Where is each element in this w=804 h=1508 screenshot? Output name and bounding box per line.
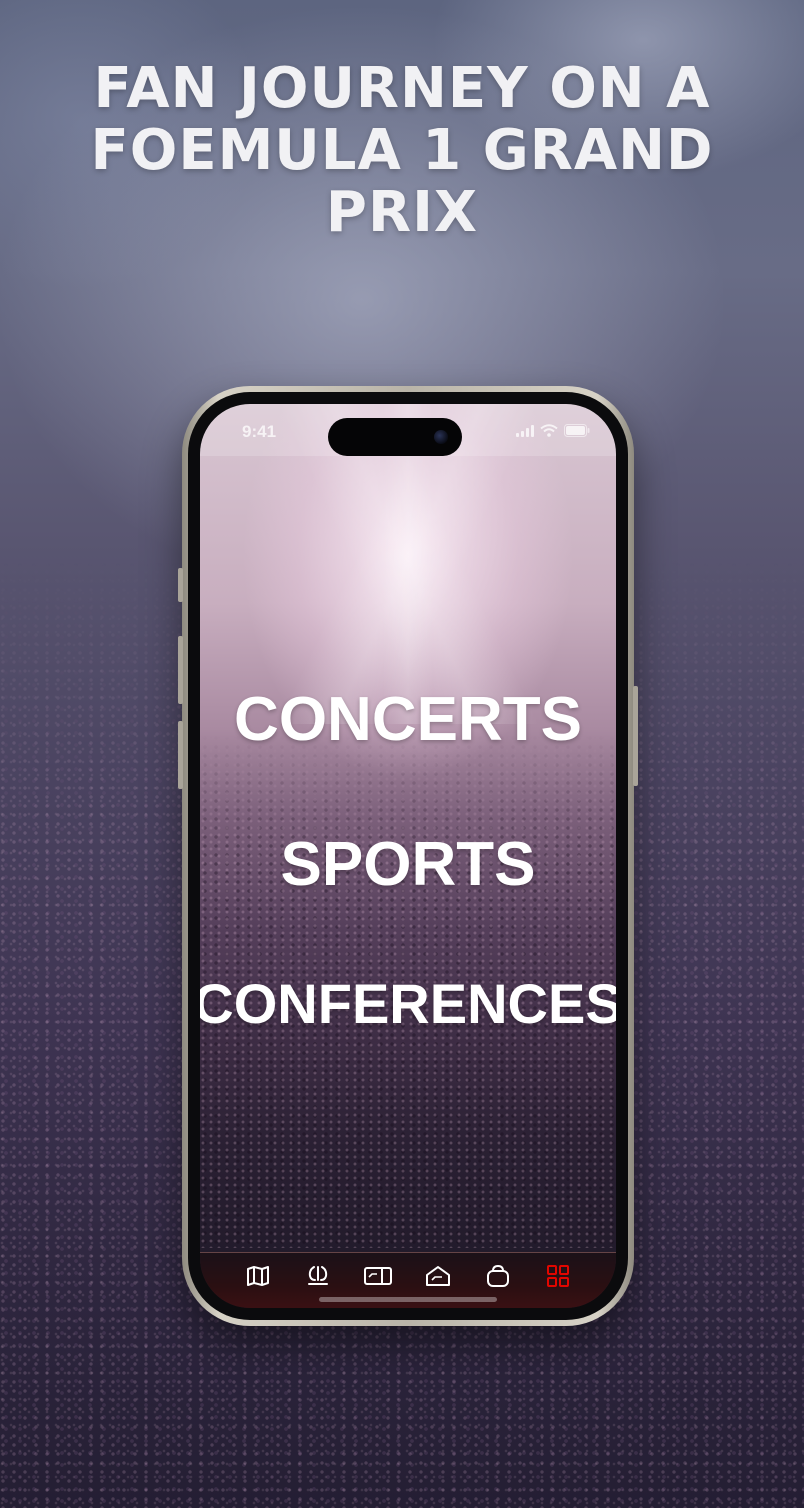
status-icons xyxy=(516,422,590,441)
grid-icon xyxy=(546,1264,570,1292)
battery-icon xyxy=(564,422,590,441)
ticket-icon xyxy=(364,1266,392,1290)
status-time: 9:41 xyxy=(242,422,277,441)
tab-car[interactable] xyxy=(300,1260,336,1296)
action-button xyxy=(178,568,183,602)
map-icon xyxy=(246,1265,270,1291)
side-button xyxy=(633,686,638,786)
tab-ticket[interactable] xyxy=(360,1260,396,1296)
status-bar: 9:41 xyxy=(200,404,616,456)
tab-map[interactable] xyxy=(240,1260,276,1296)
camera-icon xyxy=(434,430,448,444)
tab-more[interactable] xyxy=(540,1260,576,1296)
volume-down-button xyxy=(178,721,183,789)
wifi-icon xyxy=(540,422,558,441)
phone-screen: 9:41 CONCERTS SPORTS CONFERENCES xyxy=(200,404,616,1308)
menu-item-concerts[interactable]: CONCERTS xyxy=(200,684,616,755)
dynamic-island xyxy=(328,418,462,456)
menu-item-conferences[interactable]: CONFERENCES xyxy=(200,971,616,1036)
home-indicator[interactable] xyxy=(319,1297,497,1302)
cellular-signal-icon xyxy=(516,422,534,441)
garage-icon xyxy=(425,1265,451,1291)
menu-item-sports[interactable]: SPORTS xyxy=(200,829,616,900)
shopping-bag-icon xyxy=(486,1264,510,1292)
tab-bar xyxy=(200,1252,616,1308)
car-icon xyxy=(306,1264,330,1292)
volume-up-button xyxy=(178,636,183,704)
tab-shop[interactable] xyxy=(480,1260,516,1296)
page-title: FAN JOURNEY ON A FOEMULA 1 GRAND PRIX xyxy=(90,56,714,245)
tab-garage[interactable] xyxy=(420,1260,456,1296)
phone-bezel: 9:41 CONCERTS SPORTS CONFERENCES xyxy=(188,392,628,1320)
phone-mockup: 9:41 CONCERTS SPORTS CONFERENCES xyxy=(178,386,638,1326)
